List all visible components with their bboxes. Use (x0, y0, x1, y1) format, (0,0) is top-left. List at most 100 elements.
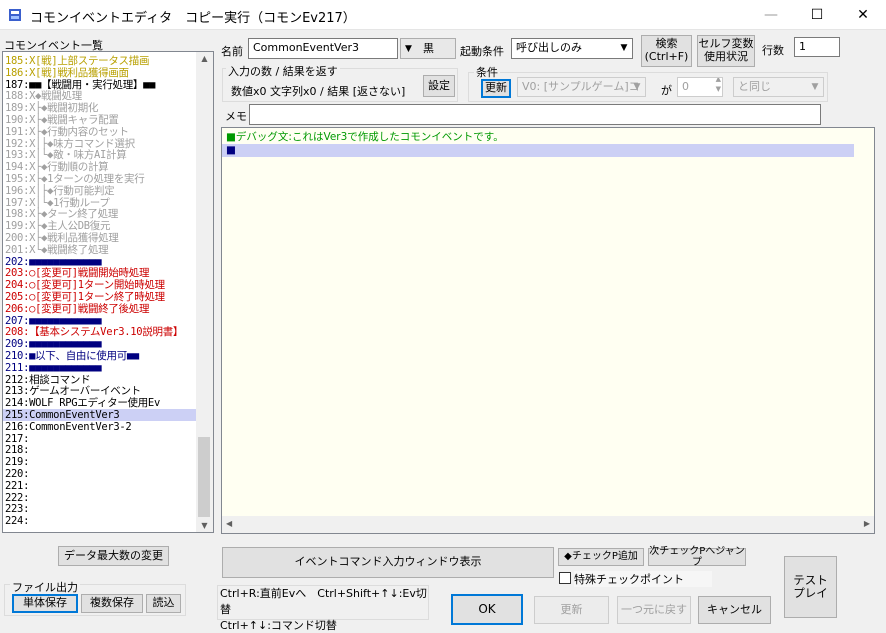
ok-button[interactable]: OK (451, 594, 523, 625)
undo-button[interactable]: 一つ元に戻す (617, 596, 691, 624)
condition-compare-select[interactable]: と同じ ▼ (733, 77, 824, 97)
shortcut-help-line2: Ctrl+↑↓:コマンド切替 (220, 619, 337, 632)
condition-number-field[interactable]: 0 ▲ ▼ (677, 77, 723, 97)
list-item[interactable]: 214:WOLF RPGエディター使用Ev (5, 397, 160, 409)
list-item[interactable]: 204:○[変更可]1ターン開始時処理 (5, 279, 165, 291)
single-save-button[interactable]: 単体保存 (12, 594, 78, 613)
load-button[interactable]: 読込 (146, 594, 181, 613)
list-item[interactable]: 195:X├◆1ターンの処理を実行 (5, 173, 145, 185)
scroll-left-icon[interactable]: ◀ (226, 519, 232, 528)
list-item[interactable]: 188:X◆戦闘処理 (5, 90, 82, 102)
io-group-label: 入力の数 / 結果を返す (226, 63, 340, 79)
condition-group-label: 条件 (474, 64, 500, 80)
list-item[interactable]: 221: (5, 480, 29, 492)
condition-compare-value: と同じ (738, 80, 771, 93)
condition-variable-select[interactable]: V0: [サンプルゲーム]コ ▼ (517, 77, 646, 97)
test-play-button[interactable]: テスト プレイ (784, 556, 837, 618)
condition-variable-value: V0: [サンプルゲーム]コ (522, 80, 640, 93)
common-event-list[interactable]: 185:X[戦]上部ステータス描画 186:X[戦]戦利品獲得画面 187:■■【戦… (2, 51, 214, 533)
trigger-select[interactable]: 呼び出しのみ ▼ (511, 38, 633, 59)
list-item[interactable]: 187:■■【戦闘用・実行処理】■■ (5, 79, 155, 91)
lines-label: 行数 (762, 44, 784, 57)
spin-down-icon[interactable]: ▼ (716, 84, 721, 94)
scroll-up-icon[interactable]: ▲ (196, 54, 213, 63)
data-max-change-button[interactable]: データ最大数の変更 (58, 546, 169, 566)
list-item[interactable]: 208:【基本システムVer3.10説明書】 (5, 326, 183, 338)
list-item[interactable]: 220: (5, 468, 29, 480)
close-button[interactable]: ✕ (840, 0, 886, 30)
list-item[interactable]: 217: (5, 433, 29, 445)
memo-field[interactable] (249, 104, 821, 125)
list-item[interactable]: 210:■以下、自由に使用可■■ (5, 350, 139, 362)
list-item[interactable]: 192:X│├◆味方コマンド選択 (5, 138, 135, 150)
list-item[interactable]: 219: (5, 456, 29, 468)
multi-save-button[interactable]: 複数保存 (81, 594, 143, 613)
event-name-field[interactable]: CommonEventVer3 (248, 38, 398, 59)
checkpoint-jump-button[interactable]: 次チェックPへジャンプ (648, 546, 746, 568)
list-item[interactable]: 223: (5, 503, 29, 515)
list-item[interactable]: 190:X├◆戦闘キャラ配置 (5, 114, 119, 126)
spin-up-icon[interactable]: ▲ (716, 78, 721, 84)
event-command-editor[interactable]: ■デバッグ文:これはVer3で作成したコモンイベントです。 ■ ◀ ▶ (221, 127, 875, 534)
list-item[interactable]: 197:X│└◆1行動ループ (5, 197, 110, 209)
condition-number-value: 0 (682, 80, 689, 93)
list-item[interactable]: 189:X├◆戦闘初期化 (5, 102, 98, 114)
list-item[interactable]: 186:X[戦]戦利品獲得画面 (5, 67, 129, 79)
self-variable-usage-button[interactable]: セルフ変数 使用状況 (697, 35, 755, 67)
maximize-button[interactable]: ☐ (794, 0, 840, 30)
trigger-value: 呼び出しのみ (516, 41, 582, 54)
editor-line-selected[interactable]: ■ (222, 144, 854, 157)
list-item[interactable]: 213:ゲームオーバーイベント (5, 385, 141, 397)
list-item[interactable]: 209:■■■■■■■■■■■■ (5, 338, 102, 350)
list-item[interactable]: 211:■■■■■■■■■■■■ (5, 362, 102, 374)
list-item[interactable]: 191:X├◆行動内容のセット (5, 126, 129, 138)
list-item[interactable]: 224: (5, 515, 29, 527)
list-item[interactable]: 185:X[戦]上部ステータス描画 (5, 55, 149, 67)
list-item[interactable]: 207:■■■■■■■■■■■■ (5, 315, 102, 327)
editor-hscrollbar[interactable]: ◀ ▶ (222, 516, 874, 533)
search-button[interactable]: 検索 (Ctrl+F) (641, 35, 692, 67)
list-item[interactable]: 205:○[変更可]1ターン終了時処理 (5, 291, 165, 303)
name-color-value: 黒 (423, 42, 434, 55)
scroll-right-icon[interactable]: ▶ (864, 519, 870, 528)
list-item[interactable]: 196:X│├◆行動可能判定 (5, 185, 115, 197)
condition-update-button[interactable]: 更新 (481, 79, 511, 98)
special-checkpoint-checkbox[interactable] (559, 572, 571, 584)
file-output-label: ファイル出力 (10, 579, 80, 595)
lines-field[interactable]: 1 (794, 37, 840, 57)
list-item[interactable]: 216:CommonEventVer3-2 (5, 421, 132, 433)
list-item[interactable]: 222: (5, 492, 29, 504)
list-item[interactable]: 198:X├◆ターン終了処理 (5, 208, 118, 220)
list-item[interactable]: 203:○[変更可]戦闘開始時処理 (5, 267, 149, 279)
update-button[interactable]: 更新 (534, 596, 609, 624)
list-item[interactable]: 200:X├◆戦利品獲得処理 (5, 232, 119, 244)
app-icon (9, 9, 21, 21)
shortcut-help-line1: Ctrl+R:直前Evへ Ctrl+Shift+↑↓:Ev切替 (220, 587, 427, 616)
list-item[interactable]: 194:X├◆行動順の計算 (5, 161, 109, 173)
chevron-down-icon: ▼ (811, 82, 819, 92)
cancel-button[interactable]: キャンセル (698, 596, 771, 624)
chevron-down-icon: ▼ (620, 43, 628, 53)
special-checkpoint-label: 特殊チェックポイント (574, 571, 712, 587)
list-item[interactable]: 201:X└◆戦闘終了処理 (5, 244, 109, 256)
list-item[interactable]: 199:X├◆主人公DB復元 (5, 220, 111, 232)
list-item[interactable]: 202:■■■■■■■■■■■■ (5, 256, 102, 268)
list-item[interactable]: 218: (5, 444, 29, 456)
list-item[interactable]: 215:CommonEventVer3 (3, 409, 199, 421)
io-settings-button[interactable]: 設定 (423, 75, 455, 97)
list-item[interactable]: 212:相談コマンド (5, 374, 91, 386)
checkpoint-add-button[interactable]: ◆チェックP追加 (558, 548, 644, 566)
list-item[interactable]: 206:○[変更可]戦闘終了後処理 (5, 303, 149, 315)
chevron-down-icon: ▼ (633, 82, 641, 92)
list-scrollbar[interactable]: ▲ ▼ (196, 52, 213, 532)
editor-line[interactable]: ■デバッグ文:これはVer3で作成したコモンイベントです。 (226, 131, 504, 144)
list-scroll-thumb[interactable] (198, 437, 210, 517)
command-input-window-button[interactable]: イベントコマンド入力ウィンドウ表示 (222, 547, 554, 578)
chevron-down-icon: ▼ (405, 44, 412, 54)
editor-line-text: ■デバッグ文:これはVer3で作成したコモンイベントです。 (226, 131, 504, 143)
name-color-select[interactable]: ▼ 黒 (400, 38, 456, 59)
scroll-down-icon[interactable]: ▼ (196, 521, 213, 530)
list-item[interactable]: 193:X│└◆敵・味方AI計算 (5, 149, 127, 161)
minimize-button[interactable]: — (748, 0, 794, 30)
trigger-label: 起動条件 (460, 45, 504, 58)
